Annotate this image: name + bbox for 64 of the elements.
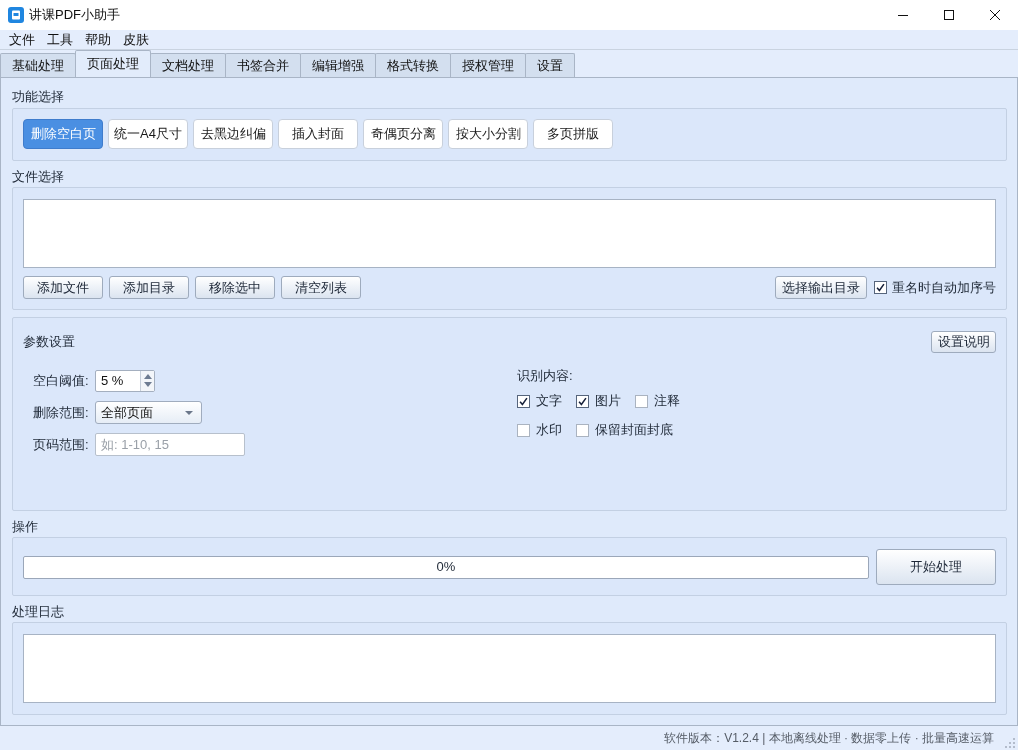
file-button[interactable]: 添加文件: [23, 276, 103, 299]
minimize-icon: [898, 14, 908, 16]
section-title: 参数设置: [23, 333, 75, 352]
checkbox[interactable]: [635, 394, 648, 408]
log-text-area[interactable]: [23, 634, 996, 703]
check-icon: [876, 283, 885, 292]
menu-item[interactable]: 皮肤: [117, 30, 155, 49]
spin-down-icon[interactable]: [143, 382, 152, 387]
file-button[interactable]: 添加目录: [109, 276, 189, 299]
app-icon: [8, 7, 24, 23]
field-label: 页码范围:: [33, 435, 90, 454]
checkbox-label: 水印: [536, 421, 562, 440]
input-field[interactable]: 如: 1-10, 15: [95, 433, 245, 456]
tab[interactable]: 编辑增强: [300, 53, 376, 77]
checkbox[interactable]: [517, 423, 530, 437]
output-folder-button[interactable]: 选择输出目录: [775, 276, 867, 299]
section-label: 文件选择: [12, 169, 64, 185]
check-icon: [519, 396, 528, 406]
file-button[interactable]: 移除选中: [195, 276, 275, 299]
section-label: 处理日志: [12, 604, 64, 620]
field-label: 识别内容:: [517, 368, 573, 384]
spin-field[interactable]: 5 %: [95, 369, 155, 392]
checkbox[interactable]: [576, 423, 589, 437]
function-button[interactable]: 奇偶页分离: [363, 119, 443, 149]
status-text: 软件版本：V1.2.4 | 本地离线处理 · 数据零上传 · 批量高速运算: [664, 730, 994, 747]
start-button[interactable]: 开始处理: [876, 549, 996, 585]
function-button[interactable]: 多页拼版: [533, 119, 613, 149]
tab[interactable]: 格式转换: [375, 53, 451, 77]
section-label: 操作: [12, 519, 38, 535]
resize-grip-icon: [1005, 738, 1015, 748]
function-button[interactable]: 按大小分割: [448, 119, 528, 149]
progress-reading: 0%: [436, 558, 456, 577]
menu-item[interactable]: 文件: [3, 30, 41, 49]
spin-up-icon[interactable]: [143, 374, 152, 379]
caret-icon: [185, 410, 193, 415]
checkbox-label: 文字: [536, 392, 562, 411]
file-button[interactable]: 清空列表: [281, 276, 361, 299]
tab[interactable]: 授权管理: [450, 53, 526, 77]
menu-item[interactable]: 工具: [41, 30, 79, 49]
dropdown[interactable]: 全部页面: [95, 401, 202, 424]
tab[interactable]: 文档处理: [150, 53, 226, 77]
checkbox[interactable]: [576, 394, 589, 408]
checkbox[interactable]: [874, 281, 887, 294]
function-button[interactable]: 插入封面: [278, 119, 358, 149]
check-icon: [578, 396, 587, 406]
tab[interactable]: 书签合并: [225, 53, 301, 77]
checkbox-label: 重名时自动加序号: [892, 278, 996, 297]
field-label: 删除范围:: [33, 403, 90, 422]
menu-item[interactable]: 帮助: [79, 30, 117, 49]
tab[interactable]: 设置: [525, 53, 575, 77]
tab[interactable]: 基础处理: [0, 53, 76, 77]
window-title: 讲课PDF小助手: [29, 6, 120, 25]
checkbox-label: 注释: [654, 392, 680, 411]
checkbox-label: 保留封面封底: [595, 421, 673, 440]
help-button[interactable]: 设置说明: [931, 331, 996, 353]
section-label: 功能选择: [12, 89, 64, 105]
close-icon: [990, 10, 1000, 20]
field-label: 空白阈值:: [33, 371, 90, 390]
checkbox[interactable]: [517, 394, 530, 408]
file-list-box[interactable]: [23, 199, 996, 268]
checkbox-label: 图片: [595, 392, 621, 411]
function-button[interactable]: 去黑边纠偏: [193, 119, 273, 149]
function-button[interactable]: 统一A4尺寸: [108, 119, 188, 149]
maximize-icon: [944, 10, 954, 20]
